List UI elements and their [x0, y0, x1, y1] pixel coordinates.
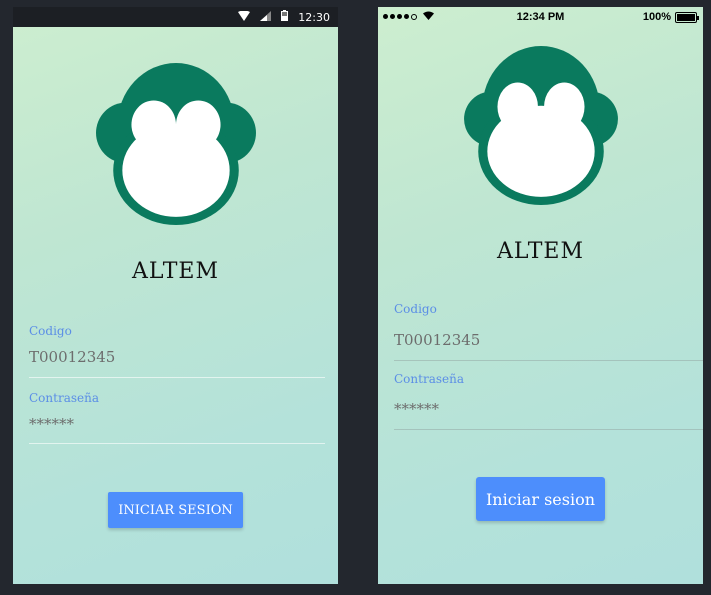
- password-input[interactable]: ******: [29, 415, 74, 433]
- password-label: Contraseña: [29, 391, 99, 405]
- ios-phone-screen: 12:34 PM 100% ALTEM Codigo T00012345 Con…: [378, 7, 703, 584]
- code-label: Codigo: [29, 324, 72, 338]
- android-phone-screen: 12:30 ALTEM Codigo T00012345 Contraseña …: [13, 7, 338, 584]
- monkey-logo-icon: [464, 46, 618, 205]
- password-input-underline: [29, 443, 325, 444]
- battery-percent: 100%: [642, 11, 671, 23]
- android-status-bar: 12:30: [13, 7, 338, 27]
- code-input[interactable]: T00012345: [29, 348, 115, 366]
- password-input-underline: [394, 429, 703, 430]
- code-input-underline: [29, 377, 325, 378]
- code-label: Codigo: [394, 302, 437, 316]
- wifi-icon: [238, 10, 251, 24]
- battery-icon: [675, 11, 699, 23]
- code-input[interactable]: T00012345: [394, 331, 480, 349]
- app-title: ALTEM: [132, 259, 219, 284]
- login-button[interactable]: Iniciar sesion: [476, 477, 605, 521]
- password-label: Contraseña: [394, 372, 464, 386]
- ios-status-bar: 12:34 PM 100%: [378, 7, 703, 27]
- signal-icon: [260, 10, 272, 24]
- login-button[interactable]: INICIAR SESION: [108, 492, 243, 528]
- status-time: 12:30: [298, 10, 330, 24]
- code-input-underline: [394, 360, 703, 361]
- app-title: ALTEM: [497, 239, 584, 264]
- password-input[interactable]: ******: [394, 400, 439, 418]
- battery-icon: [281, 10, 289, 24]
- monkey-logo-icon: [96, 63, 256, 225]
